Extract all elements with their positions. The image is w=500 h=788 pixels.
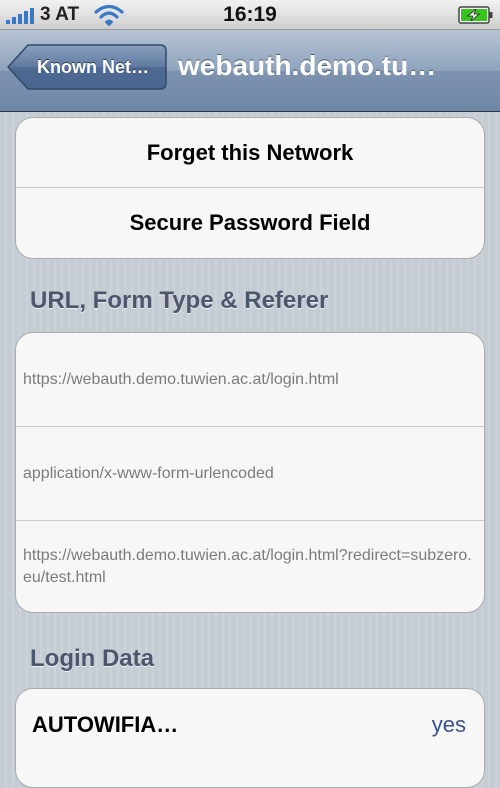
- navigation-bar: Known Net… webauth.demo.tu…: [0, 30, 500, 112]
- back-button-label: Known Net…: [37, 57, 149, 77]
- back-button[interactable]: Known Net…: [6, 43, 168, 91]
- url-section-header: URL, Form Type & Referer: [30, 287, 329, 314]
- login-field-value: yes: [431, 712, 466, 737]
- referer-row[interactable]: https://webauth.demo.tuwien.ac.at/login.…: [16, 521, 484, 612]
- form-type-value: application/x-www-form-urlencoded: [23, 464, 274, 482]
- login-data-section-header: Login Data: [30, 645, 154, 672]
- login-data-row[interactable]: AUTOWIFIA… yes: [16, 689, 484, 761]
- battery-charging-icon: [458, 6, 493, 24]
- url-value: https://webauth.demo.tuwien.ac.at/login.…: [23, 370, 339, 388]
- secure-password-field-button[interactable]: Secure Password Field: [16, 188, 484, 258]
- form-type-row[interactable]: application/x-www-form-urlencoded: [16, 427, 484, 521]
- referer-value: https://webauth.demo.tuwien.ac.at/login.…: [23, 546, 472, 586]
- url-form-referer-group: https://webauth.demo.tuwien.ac.at/login.…: [15, 332, 485, 613]
- status-bar: 3 AT 16:19: [0, 0, 500, 30]
- url-row[interactable]: https://webauth.demo.tuwien.ac.at/login.…: [16, 333, 484, 427]
- forget-network-button[interactable]: Forget this Network: [16, 118, 484, 188]
- login-data-group: AUTOWIFIA… yes: [15, 688, 485, 788]
- actions-group: Forget this Network Secure Password Fiel…: [15, 117, 485, 259]
- login-field-name: AUTOWIFIA…: [32, 712, 179, 737]
- status-time: 16:19: [223, 3, 277, 26]
- page-title: webauth.demo.tu…: [178, 50, 437, 81]
